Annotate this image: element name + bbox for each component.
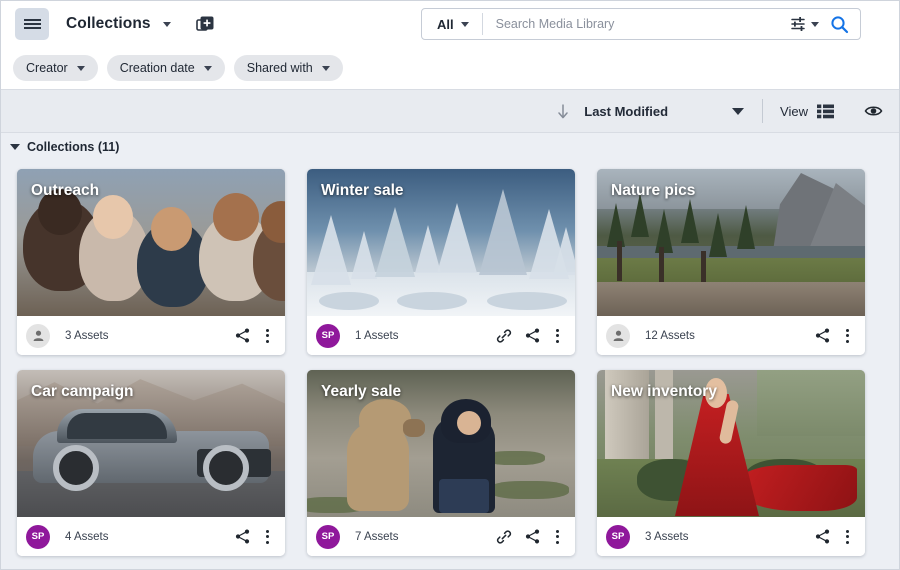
arrow-down-icon[interactable] [556,103,570,120]
eye-icon[interactable] [864,104,883,118]
search-icon[interactable] [823,15,860,34]
card-actions [235,327,275,345]
card-actions [815,327,855,345]
collection-card-footer: 12 Assets [597,316,865,355]
hamburger-icon[interactable] [15,8,49,40]
more-options-icon[interactable] [263,528,272,546]
search-scope-dropdown[interactable]: All [422,9,482,39]
filter-chip-row: Creator Creation date Shared with [1,47,899,89]
collection-card-footer: SP 4 Assets [17,517,285,556]
share-icon[interactable] [525,529,540,544]
share-icon[interactable] [815,328,830,343]
chevron-down-icon [811,21,819,27]
section-title: Collections (11) [27,140,120,154]
search-input[interactable] [482,17,790,31]
collection-title: Yearly sale [321,383,402,400]
person-icon [26,323,50,348]
chevron-down-icon [203,65,212,71]
avatar: SP [26,524,50,549]
avatar: SP [316,524,340,549]
filter-chip-label: Creation date [119,61,195,75]
collection-title: Outreach [31,182,100,199]
collection-thumbnail[interactable]: Car campaign [17,370,285,517]
chevron-down-icon [76,65,85,71]
search-settings-icon[interactable] [790,16,823,32]
collection-title: Car campaign [31,383,134,400]
link-icon[interactable] [496,328,512,344]
filter-chip-creator[interactable]: Creator [13,55,98,81]
asset-count: 1 Assets [355,329,399,342]
chevron-down-icon[interactable] [162,21,171,27]
collection-card-footer: 3 Assets [17,316,285,355]
asset-count: 3 Assets [65,329,109,342]
filter-chip-label: Shared with [246,61,313,75]
more-options-icon[interactable] [843,528,852,546]
share-icon[interactable] [815,529,830,544]
collection-title: Nature pics [611,182,696,199]
card-actions [496,528,565,546]
more-options-icon[interactable] [553,327,562,345]
card-actions [235,528,275,546]
search-scope-label: All [437,16,454,32]
list-view-icon[interactable] [817,104,834,119]
collection-card[interactable]: Winter sale SP 1 Assets [307,169,575,355]
share-icon[interactable] [235,328,250,343]
divider [762,99,764,123]
collection-thumbnail[interactable]: Nature pics [597,169,865,316]
collection-title: New inventory [611,383,717,400]
asset-count: 12 Assets [645,329,695,342]
more-options-icon[interactable] [263,327,272,345]
collection-card-footer: SP 7 Assets [307,517,575,556]
asset-count: 7 Assets [355,530,399,543]
chevron-down-icon[interactable] [731,106,745,116]
collection-thumbnail[interactable]: Outreach [17,169,285,316]
collection-card-footer: SP 3 Assets [597,517,865,556]
filter-chip-creation-date[interactable]: Creation date [106,55,225,81]
sort-field-label[interactable]: Last Modified [584,104,668,119]
collection-card-footer: SP 1 Assets [307,316,575,355]
collection-thumbnail[interactable]: Winter sale [307,169,575,316]
collection-card[interactable]: Nature pics 12 Assets [597,169,865,355]
card-actions [496,327,565,345]
search-bar: All [421,8,861,40]
add-collection-icon[interactable] [195,14,216,34]
view-label[interactable]: View [780,104,808,119]
collection-card[interactable]: New inventory SP 3 Assets [597,370,865,556]
card-actions [815,528,855,546]
filter-chip-shared-with[interactable]: Shared with [233,55,343,81]
chevron-down-icon[interactable] [10,144,20,150]
asset-count: 3 Assets [645,530,689,543]
collections-grid: Outreach 3 Assets Winter sale SP 1 Asset… [1,161,899,569]
person-icon [606,323,630,348]
collection-card[interactable]: Car campaign SP 4 Assets [17,370,285,556]
collection-card[interactable]: Outreach 3 Assets [17,169,285,355]
collections-app: Collections All Search Media Library Cre… [0,0,900,570]
more-options-icon[interactable] [553,528,562,546]
collections-section-header: Collections (11) [1,133,899,161]
share-icon[interactable] [235,529,250,544]
chevron-down-icon [460,21,469,27]
link-icon[interactable] [496,529,512,545]
collection-thumbnail[interactable]: Yearly sale [307,370,575,517]
avatar: SP [316,323,340,348]
filter-chip-label: Creator [26,61,68,75]
collection-thumbnail[interactable]: New inventory [597,370,865,517]
more-options-icon[interactable] [843,327,852,345]
chevron-down-icon [321,65,330,71]
share-icon[interactable] [525,328,540,343]
collection-card[interactable]: Yearly sale SP 7 Assets [307,370,575,556]
top-bar: Collections All [1,1,899,47]
sort-view-bar: Last Modified View [1,89,899,133]
asset-count: 4 Assets [65,530,109,543]
avatar: SP [606,524,630,549]
collection-title: Winter sale [321,182,404,199]
page-title: Collections [66,15,151,32]
